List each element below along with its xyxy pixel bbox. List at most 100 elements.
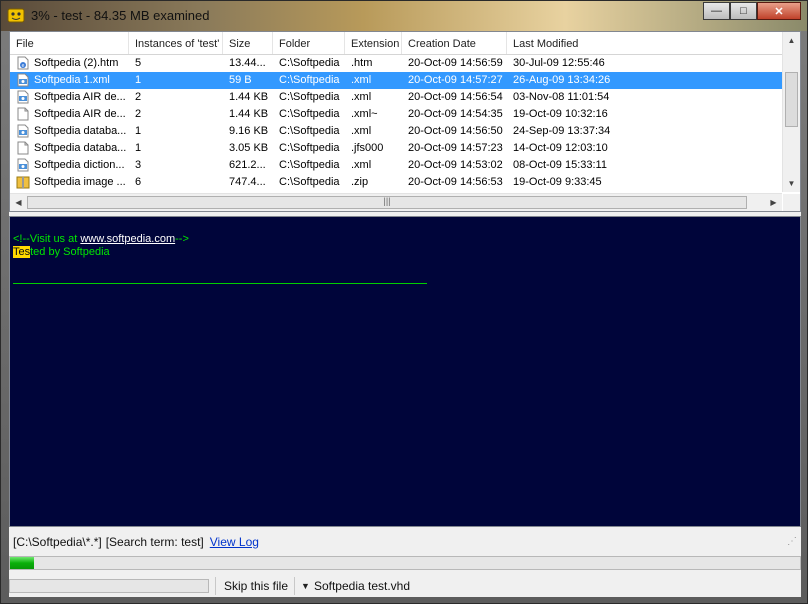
results-list[interactable]: File Instances of 'test' Size Folder Ext…: [9, 31, 801, 212]
cell-instances: 3: [135, 159, 142, 171]
cell-ext: .xml: [351, 125, 372, 137]
client-area: File Instances of 'test' Size Folder Ext…: [9, 31, 801, 597]
cell-ext: .xml: [351, 91, 372, 103]
preview-comment-suffix: -->: [175, 233, 189, 245]
resize-grip-icon[interactable]: ⋰: [787, 536, 799, 548]
cell-modified: 14-Oct-09 12:03:10: [513, 142, 608, 154]
app-icon: [7, 8, 25, 23]
search-match-highlight: Tes: [13, 246, 31, 258]
scroll-right-arrow-icon[interactable]: ▶: [765, 194, 782, 211]
status-path: [C:\Softpedia\*.*]: [13, 535, 102, 549]
cell-instances: 2: [135, 91, 142, 103]
list-header: File Instances of 'test' Size Folder Ext…: [10, 32, 782, 55]
xml-file-icon: [16, 124, 30, 138]
title-bar[interactable]: 3% - test - 84.35 MB examined — □ ✕: [1, 1, 807, 31]
separator: [215, 577, 216, 595]
cell-folder: C:\Softpedia: [279, 125, 340, 137]
status-bar: [C:\Softpedia\*.*] [Search term: test] V…: [9, 531, 801, 553]
preview-pane[interactable]: <!--Visit us at www.softpedia.com--> Tes…: [9, 216, 801, 527]
bottom-bar: Skip this file ▼ Softpedia test.vhd: [9, 575, 801, 597]
cell-modified: 19-Oct-09 9:33:45: [513, 176, 602, 188]
cell-size: 1.44 KB: [229, 108, 269, 120]
close-button[interactable]: ✕: [757, 2, 801, 20]
cell-file: Softpedia image ...: [34, 176, 126, 188]
cell-created: 20-Oct-09 14:56:59: [408, 57, 503, 69]
cell-modified: 24-Sep-09 13:37:34: [513, 125, 611, 137]
skip-file-button[interactable]: Skip this file: [224, 579, 288, 593]
horizontal-scrollbar[interactable]: ◀ ||| ▶: [10, 193, 782, 211]
cell-created: 20-Oct-09 14:53:02: [408, 159, 503, 171]
scroll-corner: [783, 194, 800, 211]
scroll-up-arrow-icon[interactable]: ▲: [783, 32, 800, 49]
column-header-extension[interactable]: Extension: [345, 32, 402, 54]
minimize-button[interactable]: —: [703, 2, 730, 20]
file-progress-bar: [9, 579, 209, 593]
cell-file: Softpedia (2).htm: [34, 57, 119, 69]
horizontal-scroll-thumb[interactable]: |||: [27, 196, 747, 209]
table-row[interactable]: Softpedia 1.xml 1 59 B C:\Softpedia .xml 20-O…: [10, 72, 782, 89]
table-row[interactable]: Softpedia image ... 6 747.4... C:\Softpedia…: [10, 174, 782, 191]
scroll-left-arrow-icon[interactable]: ◀: [10, 194, 27, 211]
table-row[interactable]: Softpedia diction... 3 621.2... C:\Softpedi…: [10, 157, 782, 174]
cell-folder: C:\Softpedia: [279, 74, 340, 86]
table-row[interactable]: Softpedia AIR de... 2 1.44 KB C:\Softpedia.…: [10, 106, 782, 123]
table-row[interactable]: Softpedia databa... 1 9.16 KB C:\Softpedia.…: [10, 123, 782, 140]
cell-folder: C:\Softpedia: [279, 176, 340, 188]
cell-created: 20-Oct-09 14:54:35: [408, 108, 503, 120]
preview-comment-prefix: <!--Visit us at: [13, 233, 81, 245]
cell-size: 747.4...: [229, 176, 266, 188]
preview-link[interactable]: www.softpedia.com: [80, 233, 175, 245]
cell-instances: 6: [135, 176, 142, 188]
cell-ext: .xml: [351, 74, 372, 86]
cell-folder: C:\Softpedia: [279, 91, 340, 103]
blank-file-icon: [16, 141, 30, 155]
cell-file: Softpedia databa...: [34, 142, 127, 154]
cell-size: 13.44...: [229, 57, 266, 69]
cell-modified: 03-Nov-08 11:01:54: [513, 91, 610, 103]
cell-size: 1.44 KB: [229, 91, 269, 103]
table-row[interactable]: Softpedia databa... 1 3.05 KB C:\Softpedia.…: [10, 140, 782, 157]
cell-ext: .htm: [351, 57, 373, 69]
xml-file-icon: [16, 73, 30, 87]
preview-line-tested: Tested by Softpedia: [13, 246, 110, 258]
overall-progress-bar: [9, 556, 801, 570]
cell-file: Softpedia AIR de...: [34, 91, 126, 103]
cell-folder: C:\Softpedia: [279, 57, 340, 69]
column-header-size[interactable]: Size: [223, 32, 273, 54]
list-rows: e Softpedia (2).htm 5 13.44... C:\Softpedia.…: [10, 55, 782, 191]
cell-created: 20-Oct-09 14:56:53: [408, 176, 503, 188]
cell-ext: .xml: [351, 159, 372, 171]
maximize-button[interactable]: □: [730, 2, 757, 20]
cell-size: 3.05 KB: [229, 142, 269, 154]
cell-created: 20-Oct-09 14:57:23: [408, 142, 503, 154]
cell-modified: 08-Oct-09 15:33:11: [513, 159, 607, 171]
column-header-instances[interactable]: Instances of 'test': [129, 32, 223, 54]
cell-created: 20-Oct-09 14:56:54: [408, 91, 503, 103]
cell-size: 9.16 KB: [229, 125, 269, 137]
cell-file: Softpedia diction...: [34, 159, 125, 171]
column-header-folder[interactable]: Folder: [273, 32, 345, 54]
cell-instances: 1: [135, 74, 142, 86]
cell-created: 20-Oct-09 14:56:50: [408, 125, 503, 137]
scroll-down-arrow-icon[interactable]: ▼: [783, 175, 800, 192]
cell-folder: C:\Softpedia: [279, 142, 340, 154]
overall-progress-fill: [10, 557, 34, 569]
view-log-link[interactable]: View Log: [210, 535, 259, 549]
column-header-last-modified[interactable]: Last Modified: [507, 32, 782, 54]
cell-size: 621.2...: [229, 159, 266, 171]
zip-file-icon: [16, 175, 30, 189]
dropdown-arrow-icon[interactable]: ▼: [301, 581, 310, 591]
html-file-icon: e: [16, 56, 30, 70]
cell-file: Softpedia databa...: [34, 125, 127, 137]
preview-text: ted by Softpedia: [30, 246, 110, 258]
preview-divider: [13, 283, 427, 284]
cell-folder: C:\Softpedia: [279, 159, 340, 171]
column-header-file[interactable]: File: [10, 32, 129, 54]
cell-ext: .xml~: [351, 108, 378, 120]
column-header-creation-date[interactable]: Creation Date: [402, 32, 507, 54]
vertical-scrollbar[interactable]: ▲ ▼: [782, 32, 800, 192]
table-row[interactable]: Softpedia AIR de... 2 1.44 KB C:\Softpedia.…: [10, 89, 782, 106]
table-row[interactable]: e Softpedia (2).htm 5 13.44... C:\Softpedia.…: [10, 55, 782, 72]
vertical-scroll-thumb[interactable]: [785, 72, 798, 127]
app-window: 3% - test - 84.35 MB examined — □ ✕ File…: [0, 0, 808, 604]
